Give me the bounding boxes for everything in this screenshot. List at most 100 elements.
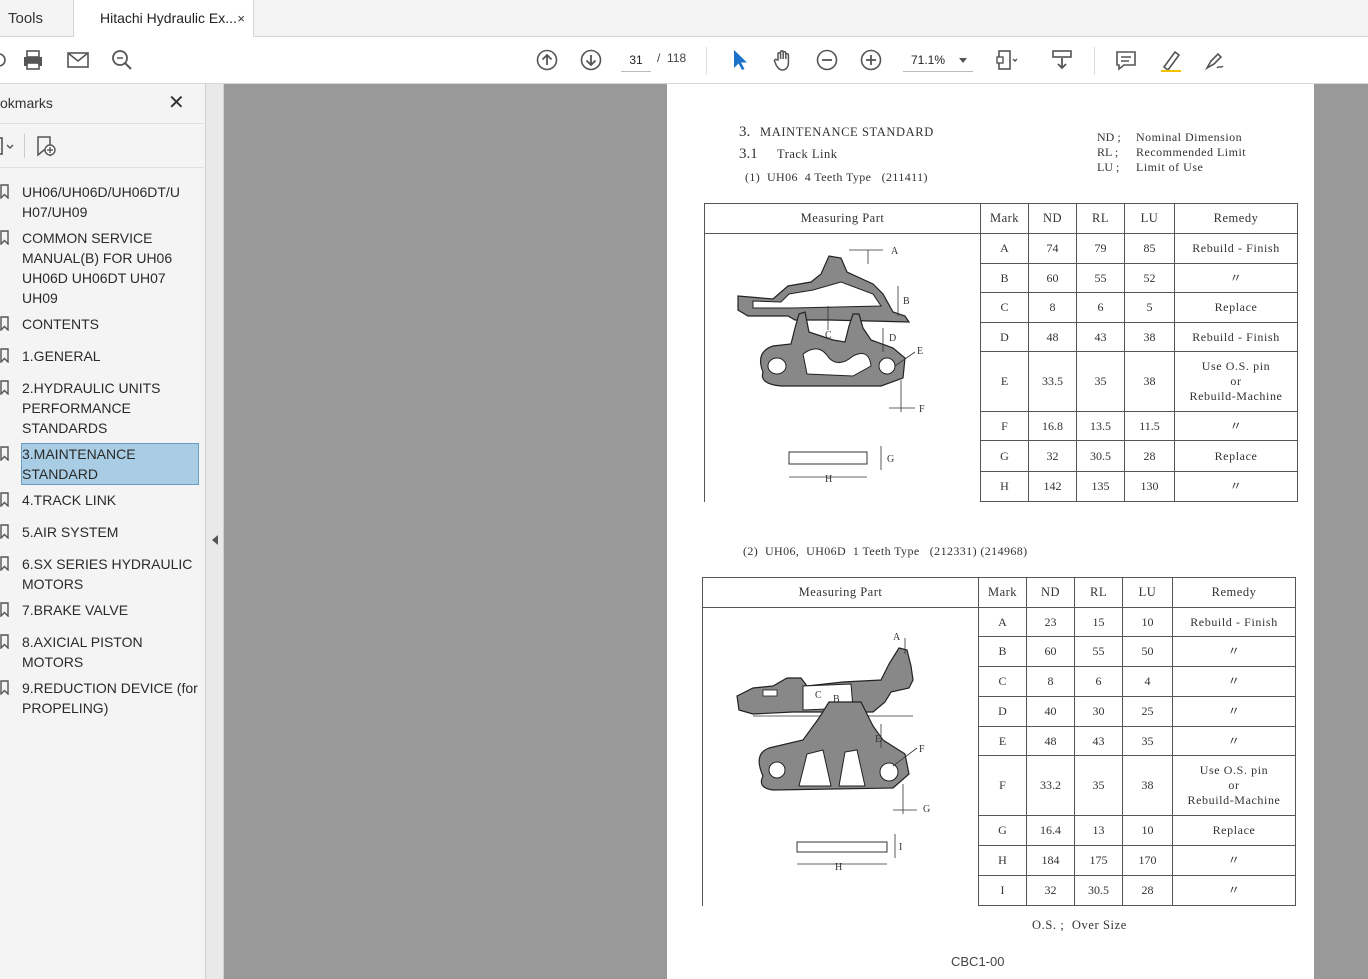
cell-nd: 32 — [1026, 875, 1075, 906]
cell-lu: 38 — [1124, 322, 1175, 352]
header-measuring-part: Measuring Part — [702, 577, 979, 608]
tab-document[interactable]: Hitachi Hydraulic Ex... × — [74, 0, 254, 38]
tools-divider — [24, 134, 25, 158]
save-icon[interactable] — [0, 47, 12, 73]
cell-mark: E — [980, 351, 1029, 412]
cell-remedy: Rebuild - Finish — [1172, 607, 1296, 637]
bookmark-label: 4.TRACK LINK — [22, 492, 117, 508]
cell-rl: 6 — [1074, 666, 1123, 697]
cell-nd: 74 — [1028, 233, 1077, 264]
zoom-select[interactable]: 71.1% — [903, 48, 973, 72]
tab-bar: Tools Hitachi Hydraulic Ex... × — [0, 0, 1368, 38]
sign-icon[interactable] — [1202, 47, 1228, 73]
track-link-4-teeth-drawing: A B C D E F G H — [737, 246, 925, 484]
cell-mark: A — [978, 607, 1027, 637]
new-bookmark-icon[interactable] — [35, 135, 57, 157]
cell-lu: 38 — [1122, 755, 1173, 816]
cell-rl: 35 — [1074, 755, 1123, 816]
bookmark-icon — [0, 492, 9, 507]
comment-icon[interactable] — [1113, 47, 1139, 73]
label-d: D — [889, 333, 896, 344]
close-icon[interactable]: ✕ — [168, 92, 186, 114]
cell-mark: C — [980, 292, 1029, 323]
label-a: A — [893, 632, 901, 643]
cell-rl: 30.5 — [1076, 440, 1125, 472]
cell-rl: 43 — [1076, 322, 1125, 352]
print-icon[interactable] — [20, 47, 46, 73]
cell-lu: 170 — [1122, 845, 1173, 876]
cell-nd: 33.5 — [1028, 351, 1077, 412]
cell-remedy: 〃 — [1172, 875, 1296, 906]
label-f: F — [919, 404, 925, 415]
cell-lu: 85 — [1124, 233, 1175, 264]
cell-nd: 16.4 — [1026, 815, 1075, 846]
cell-rl: 13 — [1074, 815, 1123, 846]
cell-lu: 28 — [1124, 440, 1175, 472]
label-a: A — [891, 246, 899, 257]
cell-rl: 15 — [1074, 607, 1123, 637]
bookmark-label: 6.SX SERIES HYDRAULIC MOTORS — [22, 556, 193, 592]
select-cursor-icon[interactable] — [727, 47, 753, 73]
page-fit-icon[interactable] — [993, 47, 1019, 73]
label-e: E — [917, 346, 923, 357]
bookmark-label: 7.BRAKE VALVE — [22, 602, 129, 618]
cell-nd: 8 — [1028, 292, 1077, 323]
bookmark-icon — [0, 230, 9, 245]
document-viewer[interactable]: 3. MAINTENANCE STANDARD 3.1 Track Link (… — [224, 84, 1368, 979]
header-rl: RL — [1074, 577, 1123, 608]
cell-mark: C — [978, 666, 1027, 697]
cell-mark: I — [978, 875, 1027, 906]
scroll-mode-icon[interactable] — [1049, 47, 1075, 73]
tab-close-icon[interactable]: × — [237, 0, 245, 37]
cell-rl: 13.5 — [1076, 411, 1125, 441]
chevron-down-icon — [959, 58, 967, 63]
next-page-icon[interactable] — [578, 47, 604, 73]
bookmarks-title: okmarks — [0, 95, 53, 111]
zoom-in-icon[interactable] — [858, 47, 884, 73]
prev-page-icon[interactable] — [534, 47, 560, 73]
cell-nd: 16.8 — [1028, 411, 1077, 441]
header-mark: Mark — [978, 577, 1027, 608]
hand-tool-icon[interactable] — [770, 47, 796, 73]
label-f: F — [919, 744, 925, 755]
cell-nd: 60 — [1026, 636, 1075, 667]
email-icon[interactable] — [65, 47, 91, 73]
pdf-page: 3. MAINTENANCE STANDARD 3.1 Track Link (… — [667, 84, 1314, 979]
sidebar-collapse-handle[interactable] — [206, 84, 224, 979]
cell-rl: 175 — [1074, 845, 1123, 876]
zoom-out-icon[interactable] — [814, 47, 840, 73]
label-b: B — [903, 296, 910, 307]
header-remedy: Remedy — [1174, 203, 1298, 234]
page-number-input[interactable]: 31 — [621, 48, 651, 72]
cell-lu: 10 — [1122, 815, 1173, 846]
cell-lu: 10 — [1122, 607, 1173, 637]
cell-mark: H — [978, 845, 1027, 876]
cell-remedy: 〃 — [1172, 726, 1296, 756]
section-title: MAINTENANCE STANDARD — [760, 125, 934, 139]
bookmark-label: 9.REDUCTION DEVICE (for PROPELING) — [22, 680, 198, 716]
label-e: E — [875, 734, 881, 745]
cell-mark: F — [978, 755, 1027, 816]
bookmark-icon — [0, 380, 9, 395]
bookmark-icon — [0, 634, 9, 649]
find-icon[interactable] — [109, 47, 135, 73]
header-nd: ND — [1028, 203, 1077, 234]
legend-text-rl: Recommended Limit — [1136, 145, 1247, 159]
legend-abbr-lu: LU ; — [1097, 160, 1120, 174]
bookmark-label: 5.AIR SYSTEM — [22, 524, 119, 540]
tab-tools[interactable]: Tools — [0, 0, 74, 37]
cell-rl: 55 — [1076, 263, 1125, 293]
header-rl: RL — [1076, 203, 1125, 234]
header-nd: ND — [1026, 577, 1075, 608]
cell-remedy: Replace — [1174, 292, 1298, 323]
cell-remedy: 〃 — [1174, 263, 1298, 293]
options-menu-icon[interactable] — [0, 137, 16, 155]
toolbar-divider — [1094, 47, 1095, 75]
page-total: 118 — [667, 51, 687, 65]
highlight-icon[interactable] — [1158, 47, 1184, 73]
page-separator: / — [657, 51, 661, 65]
zoom-value: 71.1% — [911, 53, 946, 67]
cell-rl: 79 — [1076, 233, 1125, 264]
label-i: I — [899, 842, 902, 853]
cell-mark: H — [980, 471, 1029, 502]
